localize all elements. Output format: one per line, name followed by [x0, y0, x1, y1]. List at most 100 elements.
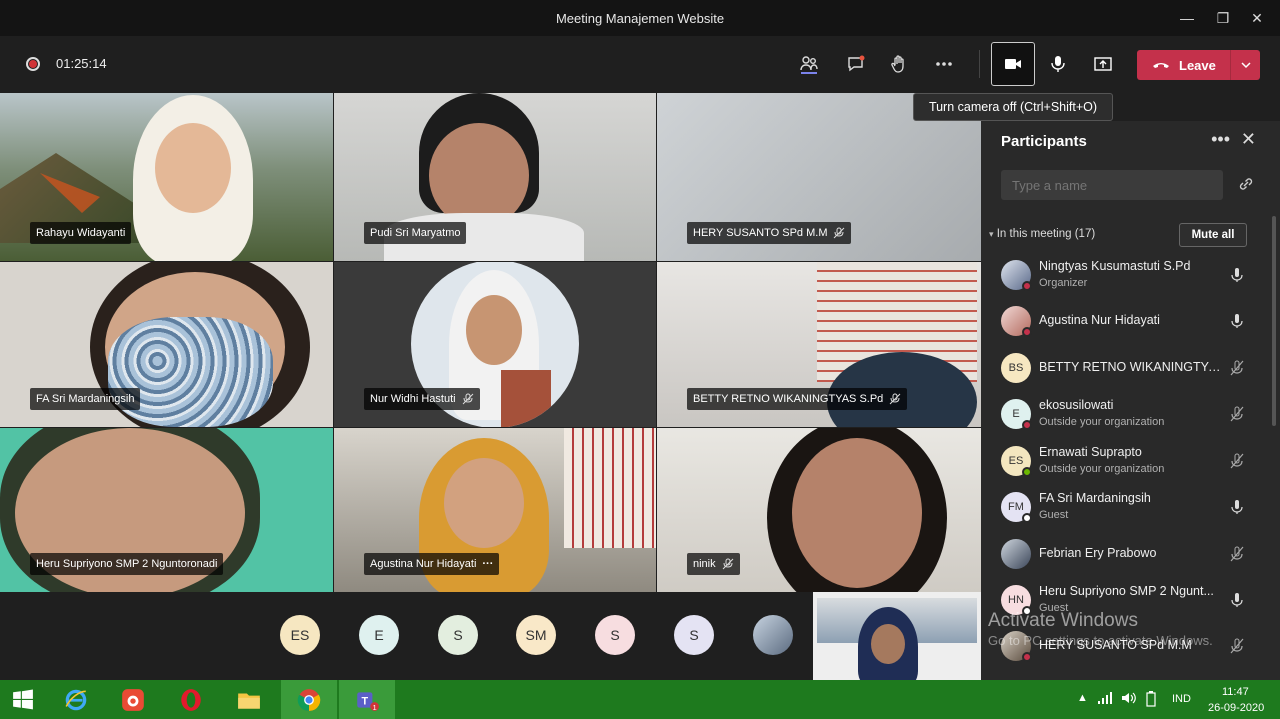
chat-button[interactable] [836, 44, 876, 84]
participant-name-chip: Rahayu Widayanti [30, 222, 132, 244]
taskbar-file-explorer[interactable] [221, 680, 277, 719]
mic-off-icon [834, 227, 845, 239]
share-screen-button[interactable] [1083, 44, 1123, 84]
svg-text:1: 1 [372, 702, 376, 711]
chevron-down-icon: ▾ [989, 229, 994, 239]
microphone-icon [1231, 268, 1243, 282]
participant-name: ninik [693, 558, 716, 570]
participant-name: Ernawati Suprapto [1039, 445, 1142, 459]
windows-taskbar: T1 ▲ IND 11:47 26-09-2020 [0, 680, 1280, 719]
avatar: ES [1001, 446, 1032, 477]
participant-name: BETTY RETNO WIKANINGTYAS S.Pd [693, 393, 884, 405]
avatar: BS [1001, 353, 1031, 383]
input-language[interactable]: IND [1172, 693, 1191, 705]
in-meeting-header[interactable]: ▾ In this meeting (17) [989, 228, 1095, 240]
participant-row[interactable]: Agustina Nur Hidayati [1001, 299, 1261, 345]
video-grid: Rahayu Widayanti Pudi Sri Maryatmo HERY … [0, 93, 981, 592]
meeting-toolbar: 01:25:14 Leave [0, 36, 1280, 92]
avatar[interactable] [753, 615, 793, 655]
hang-up-icon [1153, 63, 1169, 68]
avatar [1001, 260, 1032, 291]
taskbar-internet-explorer[interactable] [48, 680, 104, 719]
leave-options-button[interactable] [1230, 50, 1260, 80]
taskbar-app[interactable] [105, 680, 161, 719]
camera-button[interactable] [991, 42, 1035, 86]
clock-time[interactable]: 11:47 [1222, 686, 1249, 698]
windows-logo-icon [13, 689, 33, 709]
avatar[interactable]: S [595, 615, 635, 655]
avatar-initials: S [689, 627, 699, 643]
video-tile[interactable]: BETTY RETNO WIKANINGTYAS S.Pd [657, 262, 981, 427]
raise-hand-button[interactable] [879, 44, 919, 84]
participant-name: Heru Supriyono SMP 2 Ngunt... [1039, 584, 1214, 598]
participant-row[interactable]: Ningtyas Kusumastuti S.Pd Organizer [1001, 253, 1261, 299]
share-tray-icon [1094, 57, 1112, 71]
participant-name: FA Sri Mardaningsih [36, 393, 135, 405]
internet-explorer-icon [65, 689, 87, 710]
camera-tooltip: Turn camera off (Ctrl+Shift+O) [913, 93, 1113, 121]
participant-row[interactable]: ES Ernawati Suprapto Outside your organi… [1001, 439, 1261, 485]
avatar[interactable]: SM [516, 615, 556, 655]
video-tile[interactable]: Rahayu Widayanti [0, 93, 333, 261]
link-icon[interactable] [1237, 175, 1255, 193]
chrome-icon [297, 688, 321, 711]
chat-icon [848, 55, 865, 72]
avatar-initials: ES [1008, 455, 1024, 467]
avatar: E [1001, 399, 1032, 430]
avatar[interactable]: S [438, 615, 478, 655]
show-hidden-icons[interactable]: ▲ [1077, 692, 1088, 704]
avatar[interactable]: ES [280, 615, 320, 655]
video-tile[interactable]: Agustina Nur Hidayati ··· [334, 428, 656, 592]
avatar-initials: HN [1008, 594, 1024, 606]
participant-name: Ningtyas Kusumastuti S.Pd [1039, 259, 1191, 273]
video-tile[interactable]: Nur Widhi Hastuti [334, 262, 656, 427]
participant-name-chip: HERY SUSANTO SPd M.M [687, 222, 852, 244]
scrollbar[interactable] [1272, 216, 1276, 426]
network-icon[interactable] [1097, 691, 1113, 708]
more-options-icon[interactable]: ··· [482, 558, 493, 570]
participant-name: Nur Widhi Hastuti [370, 393, 456, 405]
video-tile[interactable]: ninik [657, 428, 981, 592]
chevron-down-icon [1240, 62, 1251, 69]
mic-off-icon [1230, 453, 1244, 469]
participant-name-chip: ninik [687, 553, 740, 575]
taskbar-teams[interactable]: T1 [339, 680, 395, 719]
close-icon[interactable]: ✕ [1241, 129, 1256, 150]
volume-icon[interactable] [1121, 691, 1137, 708]
participant-row[interactable]: FM FA Sri Mardaningsih Guest [1001, 485, 1261, 531]
participant-name: FA Sri Mardaningsih [1039, 491, 1151, 505]
participant-row[interactable]: Febrian Ery Prabowo [1001, 532, 1261, 578]
avatar-initials: FM [1008, 501, 1024, 513]
teams-icon: T1 [357, 691, 379, 711]
hand-icon [891, 55, 904, 73]
video-tile[interactable]: FA Sri Mardaningsih [0, 262, 333, 427]
mute-all-button[interactable]: Mute all [1179, 223, 1247, 247]
participant-search-input[interactable] [1001, 170, 1223, 200]
participant-row[interactable]: E ekosusilowati Outside your organizatio… [1001, 392, 1261, 438]
participant-name: Rahayu Widayanti [36, 227, 126, 239]
activation-watermark-title: Activate Windows [988, 610, 1138, 631]
self-video-preview [813, 592, 981, 680]
more-actions-button[interactable] [924, 44, 964, 84]
close-icon[interactable]: ✕ [1234, 0, 1280, 36]
taskbar-opera[interactable] [163, 680, 219, 719]
participant-name: Agustina Nur Hidayati [1039, 313, 1160, 327]
more-options-icon[interactable]: ••• [1211, 129, 1230, 150]
clock-date[interactable]: 26-09-2020 [1208, 702, 1264, 714]
more-icon [936, 62, 952, 66]
avatar[interactable]: S [674, 615, 714, 655]
start-button[interactable] [0, 680, 46, 719]
participant-row[interactable]: BS BETTY RETNO WIKANINGTYA... [1001, 346, 1261, 392]
video-tile[interactable]: Heru Supriyono SMP 2 Nguntoronadi [0, 428, 333, 592]
avatar [1001, 306, 1032, 337]
leave-button[interactable]: Leave [1137, 50, 1260, 80]
meeting-timer: 01:25:14 [56, 56, 107, 71]
taskbar-chrome[interactable] [281, 680, 337, 719]
mic-off-icon [722, 558, 733, 570]
video-tile[interactable]: Pudi Sri Maryatmo [334, 93, 656, 261]
battery-icon[interactable] [1146, 691, 1156, 710]
avatar-initials: S [453, 627, 463, 643]
microphone-button[interactable] [1038, 44, 1078, 84]
avatar[interactable]: E [359, 615, 399, 655]
participants-button[interactable] [789, 44, 829, 84]
